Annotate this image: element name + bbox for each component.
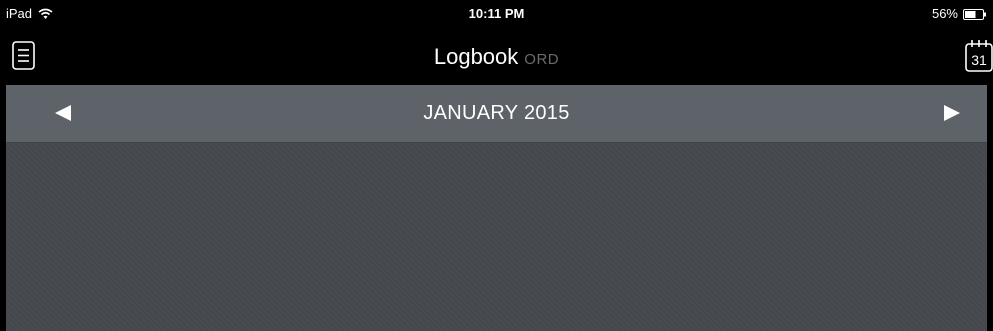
battery-percent: 56% — [931, 6, 958, 21]
status-right: 56% — [932, 6, 987, 21]
calendar-day: 31 — [971, 52, 987, 68]
month-label: JANUARY 2015 — [423, 102, 570, 124]
status-time: 10:11 PM — [468, 6, 525, 21]
status-bar: iPad 10:11 PM 56% — [0, 0, 993, 28]
nav-bar: Logbook ORD 31 — [0, 28, 993, 85]
calendar-button[interactable]: 31 — [965, 39, 993, 73]
battery-icon — [963, 8, 987, 20]
logbook-content — [6, 143, 987, 331]
month-selector: JANUARY 2015 — [6, 85, 987, 143]
next-month-button[interactable] — [941, 103, 963, 123]
page-title: Logbook ORD — [0, 44, 993, 70]
right-arrow-icon — [944, 105, 960, 121]
ipad-screen: iPad 10:11 PM 56% Logbook ORD 31 JANUARY… — [0, 0, 993, 331]
calendar-icon: 31 — [965, 40, 993, 72]
subtitle-text: ORD — [524, 51, 560, 68]
title-text: Logbook — [433, 44, 519, 69]
